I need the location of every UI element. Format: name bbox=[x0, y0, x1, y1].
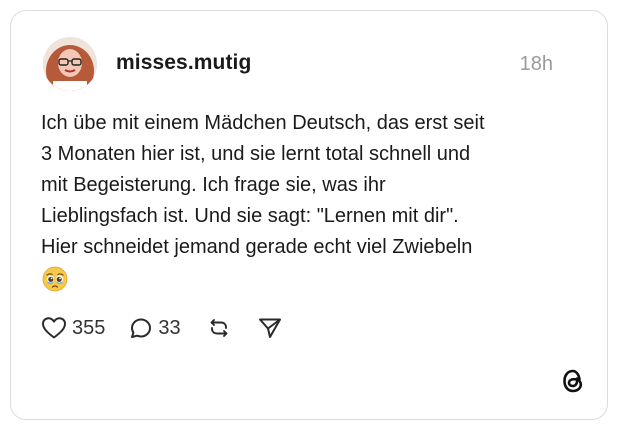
like-count: 355 bbox=[72, 316, 106, 339]
repost-button[interactable] bbox=[207, 316, 231, 340]
heart-icon bbox=[41, 316, 67, 340]
reply-button[interactable]: 33 bbox=[129, 316, 181, 340]
share-icon bbox=[257, 316, 283, 340]
post-actions: 355 33 bbox=[41, 313, 283, 343]
avatar[interactable] bbox=[43, 37, 97, 91]
repost-icon bbox=[207, 316, 231, 340]
comment-icon bbox=[129, 316, 153, 340]
username[interactable]: misses.mutig bbox=[116, 51, 251, 75]
share-button[interactable] bbox=[257, 316, 283, 340]
post-timestamp: 18h bbox=[519, 53, 553, 75]
post-text: Ich übe mit einem Mädchen Deutsch, das e… bbox=[41, 112, 485, 258]
reply-count: 33 bbox=[158, 316, 181, 339]
like-button[interactable]: 355 bbox=[41, 316, 105, 340]
pleading-face-with-tears-icon bbox=[42, 266, 68, 292]
post-card[interactable]: misses.mutig 18h Ich übe mit einem Mädch… bbox=[10, 10, 608, 420]
threads-logo-icon[interactable] bbox=[560, 367, 586, 395]
